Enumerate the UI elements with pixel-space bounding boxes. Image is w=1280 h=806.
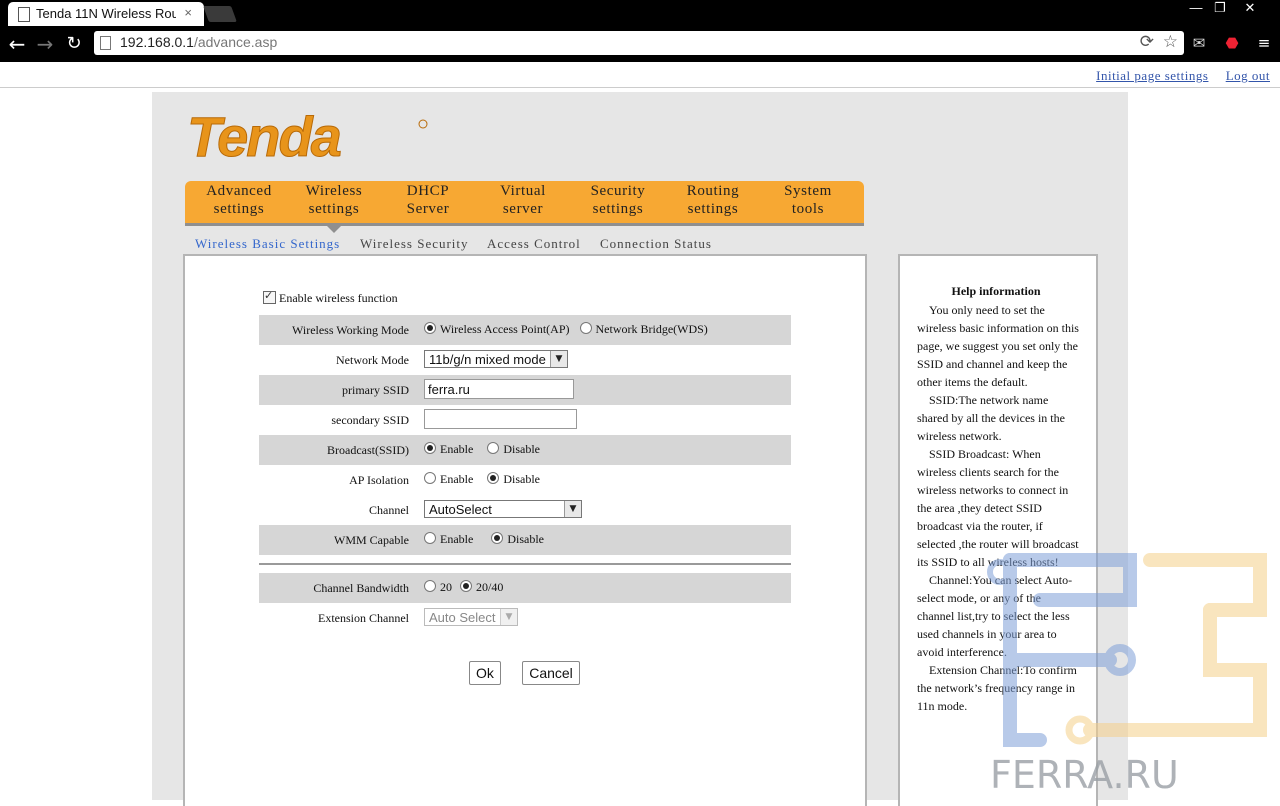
back-icon[interactable]: ← <box>6 33 28 55</box>
secondary-ssid-label: secondary SSID <box>331 413 409 427</box>
maximize-button[interactable]: ❐ <box>1208 0 1232 18</box>
main-nav: Advanced settings Wireless settings DHCP Se… <box>185 181 864 226</box>
page-icon <box>18 7 30 22</box>
help-body: You only need to set the wireless basic … <box>917 301 1079 715</box>
chevron-down-icon: ▼ <box>550 351 567 367</box>
url-text: 192.168.0.1/advance.asp <box>120 34 278 50</box>
wmm-disable-radio[interactable] <box>491 532 504 544</box>
tab-title: Tenda 11N Wireless Router <box>36 6 176 21</box>
channel-row: Channel AutoSelect ▼ <box>259 495 791 525</box>
star-icon[interactable]: ☆ <box>1163 32 1178 52</box>
help-paragraph: Channel:You can select Auto-select mode,… <box>917 573 1073 659</box>
top-links: Initial page settings Log out <box>1082 68 1270 84</box>
primary-ssid-label: primary SSID <box>342 383 409 397</box>
wds-mode-option[interactable]: Network Bridge(WDS) <box>579 319 708 337</box>
help-paragraph: You only need to set the wireless basic … <box>917 303 1079 389</box>
broadcast-label: Broadcast(SSID) <box>327 443 409 457</box>
broadcast-disable-option[interactable]: Disable <box>487 439 540 457</box>
subnav-connection-status[interactable]: Connection Status <box>600 236 712 252</box>
bandwidth-2040-option[interactable]: 20/40 <box>460 577 503 595</box>
chevron-down-icon: ▼ <box>564 501 581 517</box>
reload-icon[interactable]: ↻ <box>63 33 85 55</box>
working-mode-row: Wireless Working Mode Wireless Access Po… <box>259 315 791 345</box>
bandwidth-2040-radio[interactable] <box>460 580 472 592</box>
minimize-button[interactable]: — <box>1184 0 1208 18</box>
isolation-enable-radio[interactable] <box>424 472 436 484</box>
ok-button[interactable]: Ok <box>469 661 501 685</box>
translate-icon[interactable]: ⟳ <box>1140 32 1154 52</box>
bandwidth-20-option[interactable]: 20 <box>424 577 452 595</box>
subnav-wireless-security[interactable]: Wireless Security <box>360 236 469 252</box>
ap-mode-option[interactable]: Wireless Access Point(AP) <box>424 319 570 337</box>
broadcast-disable-radio[interactable] <box>487 442 500 454</box>
channel-select[interactable]: AutoSelect ▼ <box>424 500 582 518</box>
isolation-disable-radio[interactable] <box>487 472 500 484</box>
cancel-button[interactable]: Cancel <box>522 661 580 685</box>
extension-channel-row: Extension Channel Auto Select ▼ <box>259 603 791 633</box>
ap-isolation-label: AP Isolation <box>349 473 409 487</box>
extension-channel-select[interactable]: Auto Select ▼ <box>424 608 518 626</box>
help-title: Help information <box>951 284 1041 298</box>
ap-isolation-row: AP Isolation Enable Disable <box>259 465 791 495</box>
wmm-row: WMM Capable Enable Disable <box>259 525 791 555</box>
nav-pointer <box>327 226 341 233</box>
broadcast-enable-option[interactable]: Enable <box>424 439 473 457</box>
chevron-down-icon: ▼ <box>500 609 517 625</box>
enable-wireless-row: Enable wireless function <box>263 289 398 306</box>
bandwidth-label: Channel Bandwidth <box>313 581 409 595</box>
address-bar[interactable]: 192.168.0.1/advance.asp ⟳ ☆ <box>94 31 1184 55</box>
mail-icon[interactable]: ✉ <box>1189 33 1209 53</box>
enable-wireless-checkbox[interactable] <box>263 289 276 304</box>
bandwidth-20-radio[interactable] <box>424 580 436 592</box>
isolation-enable-option[interactable]: Enable <box>424 469 473 487</box>
help-paragraph: SSID Broadcast: When wireless clients se… <box>917 447 1079 569</box>
subnav-wireless-basic[interactable]: Wireless Basic Settings <box>195 236 340 252</box>
help-paragraph: SSID:The network name shared by all the … <box>917 393 1065 443</box>
secondary-ssid-input[interactable] <box>424 409 577 429</box>
nav-system-tools[interactable]: System tools <box>760 182 856 218</box>
wmm-enable-radio[interactable] <box>424 532 436 544</box>
network-mode-select[interactable]: 11b/g/n mixed mode ▼ <box>424 350 568 368</box>
isolation-disable-option[interactable]: Disable <box>487 469 540 487</box>
close-window-button[interactable]: ✕ <box>1238 0 1262 18</box>
network-mode-row: Network Mode 11b/g/n mixed mode ▼ <box>259 345 791 375</box>
logout-link[interactable]: Log out <box>1226 68 1270 83</box>
forward-icon[interactable]: → <box>34 33 56 55</box>
wmm-enable-option[interactable]: Enable <box>424 529 473 547</box>
extension-channel-label: Extension Channel <box>318 611 409 625</box>
wmm-disable-option[interactable]: Disable <box>491 529 544 547</box>
new-tab-button[interactable] <box>203 6 237 22</box>
svg-text:Tenda: Tenda <box>187 105 341 166</box>
nav-virtual-server[interactable]: Virtual server <box>475 182 571 218</box>
nav-advanced-settings[interactable]: Advanced settings <box>191 182 287 218</box>
nav-security-settings[interactable]: Security settings <box>570 182 666 218</box>
ap-mode-radio[interactable] <box>424 322 436 334</box>
adblock-icon[interactable]: ⬣ <box>1222 33 1242 53</box>
browser-tab[interactable]: Tenda 11N Wireless Router × <box>8 2 204 26</box>
tenda-logo: Tenda <box>185 104 435 169</box>
form-divider <box>259 563 791 565</box>
network-mode-label: Network Mode <box>336 353 409 367</box>
primary-ssid-input[interactable]: ferra.ru <box>424 379 574 399</box>
channel-label: Channel <box>369 503 409 517</box>
subnav-access-control[interactable]: Access Control <box>487 236 581 252</box>
help-paragraph: Extension Channel:To confirm the network… <box>917 663 1077 713</box>
wmm-label: WMM Capable <box>334 533 409 547</box>
working-mode-label: Wireless Working Mode <box>292 323 409 337</box>
page-icon <box>100 36 111 50</box>
broadcast-row: Broadcast(SSID) Enable Disable <box>259 435 791 465</box>
enable-wireless-label: Enable wireless function <box>279 291 398 305</box>
nav-routing-settings[interactable]: Routing settings <box>665 182 761 218</box>
initial-page-settings-link[interactable]: Initial page settings <box>1096 68 1208 83</box>
tab-close-icon[interactable]: × <box>184 5 192 20</box>
menu-icon[interactable]: ≡ <box>1254 33 1274 53</box>
secondary-ssid-row: secondary SSID <box>259 405 791 435</box>
wds-mode-radio[interactable] <box>579 322 592 334</box>
divider <box>0 87 1280 88</box>
broadcast-enable-radio[interactable] <box>424 442 436 454</box>
primary-ssid-row: primary SSID ferra.ru <box>259 375 791 405</box>
bandwidth-row: Channel Bandwidth 20 20/40 <box>259 573 791 603</box>
nav-dhcp-server[interactable]: DHCP Server <box>380 182 476 218</box>
nav-wireless-settings[interactable]: Wireless settings <box>286 182 382 218</box>
